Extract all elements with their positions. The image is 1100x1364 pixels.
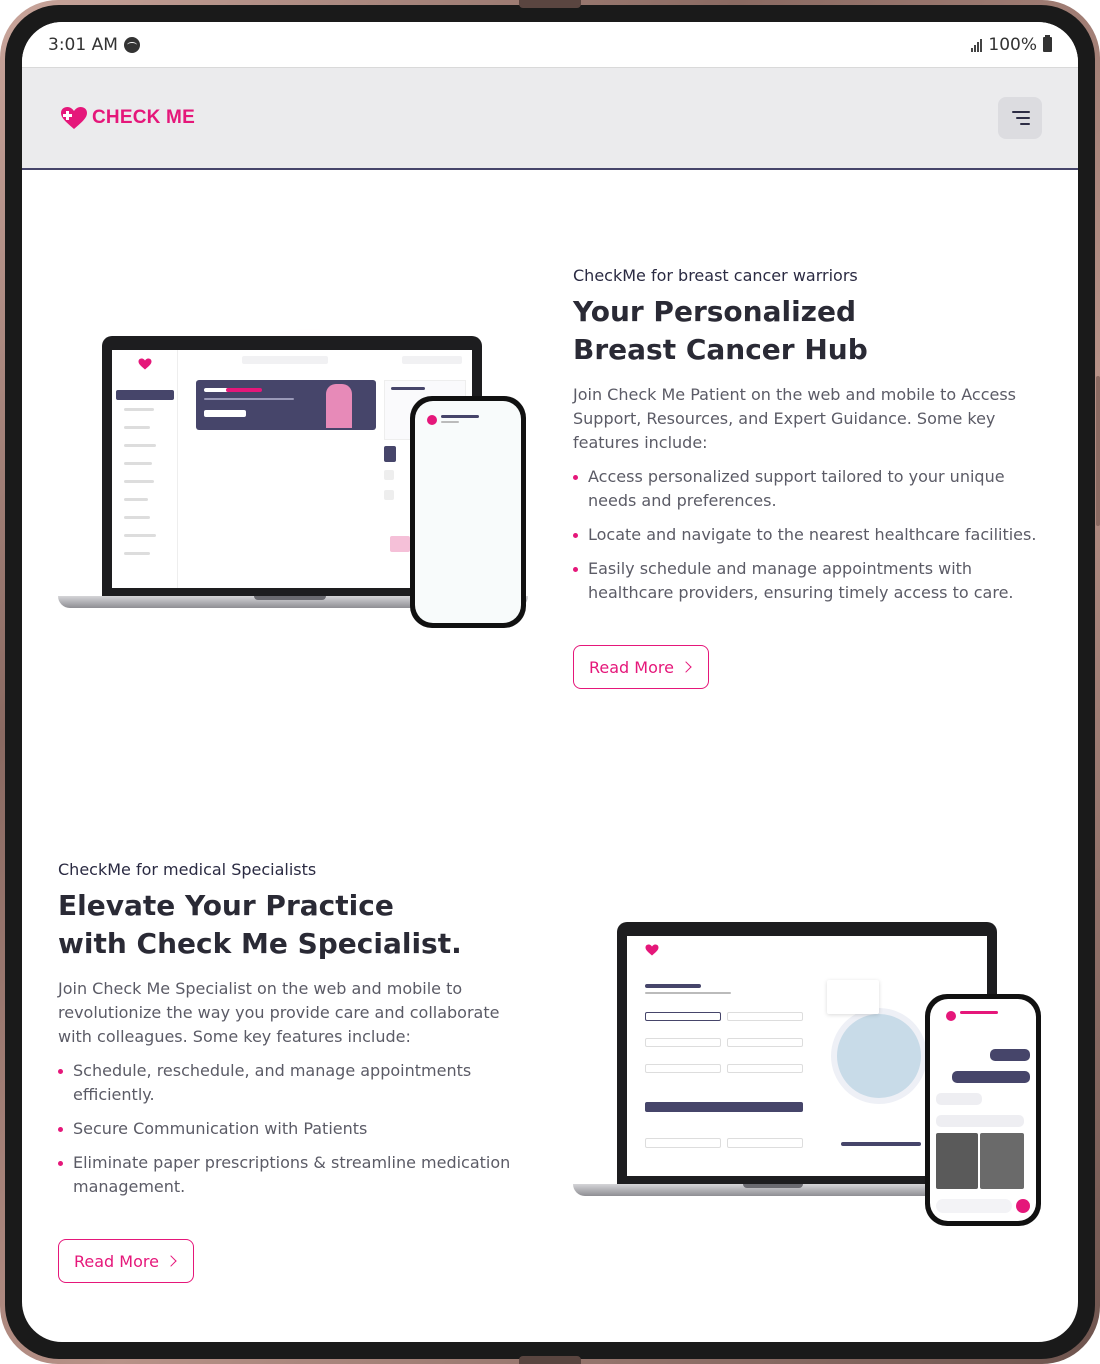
spotify-icon xyxy=(123,36,140,53)
signal-icon xyxy=(971,38,983,52)
heart-logo-icon xyxy=(138,358,152,370)
screen: 3:01 AM 100% CHECK ME CheckMe for breast… xyxy=(22,22,1078,1342)
heart-logo-icon xyxy=(645,944,659,956)
patient-app-mockup xyxy=(58,302,528,642)
phone-screen xyxy=(415,401,521,623)
specialist-section: CheckMe for medical Specialists Elevate … xyxy=(58,860,538,1283)
hinge-top xyxy=(519,0,581,8)
device-frame: 3:01 AM 100% CHECK ME CheckMe for breast… xyxy=(0,0,1100,1364)
specialist-headline: Elevate Your Practice with Check Me Spec… xyxy=(58,889,462,960)
feature-item: Easily schedule and manage appointments … xyxy=(573,557,1043,605)
chat-bubble xyxy=(936,1093,982,1105)
chat-avatar xyxy=(946,1011,956,1021)
first-name-field[interactable] xyxy=(645,1012,721,1021)
send-button[interactable] xyxy=(1016,1199,1030,1213)
specialist-eyebrow: CheckMe for medical Specialists xyxy=(58,860,317,879)
app-search-bar[interactable] xyxy=(242,356,328,364)
hamburger-menu-icon xyxy=(1012,111,1030,113)
menu-button[interactable] xyxy=(998,97,1042,139)
phone xyxy=(925,994,1041,1226)
patient-section: CheckMe for breast cancer warriors Your … xyxy=(573,266,1043,689)
app-sidebar xyxy=(112,350,178,588)
status-right: 100% xyxy=(971,35,1052,55)
feature-item: Secure Communication with Patients xyxy=(58,1117,538,1141)
doctor-photo xyxy=(831,1008,927,1104)
specialist-lead: Join Check Me Specialist on the web and … xyxy=(58,979,500,1046)
banner-book-button[interactable] xyxy=(204,410,246,417)
battery-percent: 100% xyxy=(988,34,1037,55)
logo[interactable]: CHECK ME xyxy=(60,106,195,130)
site-header: CHECK ME xyxy=(22,68,1078,170)
sidebar-item-dashboard[interactable] xyxy=(116,390,174,400)
phone-screen xyxy=(930,999,1036,1221)
chat-avatar xyxy=(427,415,437,425)
feature-item: Access personalized support tailored to … xyxy=(573,465,1043,513)
confirm-password-field[interactable] xyxy=(727,1064,803,1073)
side-button xyxy=(1096,376,1100,526)
email-field[interactable] xyxy=(645,1038,721,1047)
signup-button[interactable] xyxy=(645,1102,803,1112)
patient-lead: Join Check Me Patient on the web and mob… xyxy=(573,385,1017,452)
form-title xyxy=(645,984,701,988)
chat-bubble xyxy=(990,1049,1030,1061)
status-time: 3:01 AM xyxy=(48,34,118,55)
battery-icon xyxy=(1043,35,1052,52)
phone xyxy=(410,396,526,628)
role-card xyxy=(827,980,879,1014)
patient-read-more-button[interactable]: Read More xyxy=(573,645,709,689)
laptop-notch xyxy=(254,596,326,600)
patient-headline: Your Personalized Breast Cancer Hub xyxy=(573,295,868,366)
specialist-app-mockup xyxy=(573,902,1043,1226)
laptop-notch xyxy=(743,1184,803,1188)
message-input[interactable] xyxy=(936,1199,1012,1213)
chat-bubble xyxy=(952,1071,1030,1083)
banner-photo xyxy=(326,384,352,428)
scan-image xyxy=(980,1133,1024,1189)
password-field[interactable] xyxy=(645,1064,721,1073)
chat-bubble xyxy=(936,1115,1024,1127)
promo-title xyxy=(841,1142,921,1146)
hinge-bottom xyxy=(519,1356,581,1364)
patient-eyebrow: CheckMe for breast cancer warriors xyxy=(573,266,858,285)
status-left: 3:01 AM xyxy=(48,35,140,55)
facebook-register-button[interactable] xyxy=(727,1138,803,1148)
logo-text: CHECK ME xyxy=(92,107,195,128)
status-bar: 3:01 AM 100% xyxy=(22,22,1078,68)
chevron-right-icon xyxy=(680,661,692,673)
specialist-features: Schedule, reschedule, and manage appoint… xyxy=(58,1059,538,1199)
last-name-field[interactable] xyxy=(727,1012,803,1021)
google-register-button[interactable] xyxy=(645,1138,721,1148)
chevron-right-icon xyxy=(165,1255,177,1267)
feature-item: Locate and navigate to the nearest healt… xyxy=(573,523,1043,547)
specialist-read-more-button[interactable]: Read More xyxy=(58,1239,194,1283)
patient-features: Access personalized support tailored to … xyxy=(573,465,1043,605)
feature-item: Schedule, reschedule, and manage appoint… xyxy=(58,1059,538,1107)
phone-field[interactable] xyxy=(727,1038,803,1047)
app-banner xyxy=(196,380,376,430)
scan-image xyxy=(936,1133,978,1189)
feature-item: Eliminate paper prescriptions & streamli… xyxy=(58,1151,538,1199)
heart-logo-icon xyxy=(61,107,87,129)
